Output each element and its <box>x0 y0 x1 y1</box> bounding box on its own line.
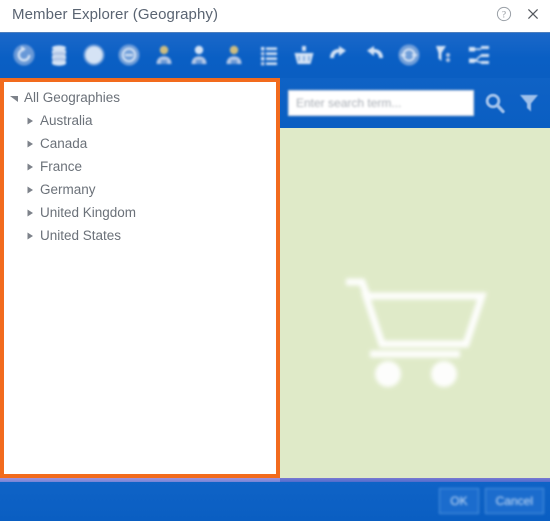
page-title: Member Explorer (Geography) <box>12 6 219 23</box>
undo-icon[interactable] <box>321 36 356 74</box>
member-add-icon[interactable] <box>146 36 181 74</box>
close-icon[interactable] <box>524 5 542 23</box>
chevron-down-icon[interactable] <box>8 92 20 104</box>
basket-icon[interactable] <box>286 36 321 74</box>
title-bar-buttons: ? <box>495 5 542 23</box>
member-remove-icon[interactable] <box>216 36 251 74</box>
help-circle-icon[interactable]: ? <box>495 5 513 23</box>
member-icon[interactable] <box>181 36 216 74</box>
dialog-body: All Geographies Australia Canada France … <box>0 78 550 482</box>
tree-item-label: United Kingdom <box>40 205 137 220</box>
tree-item-label: France <box>40 159 83 174</box>
tree-item-germany[interactable]: Germany <box>4 178 276 201</box>
filter-tag-icon[interactable] <box>426 36 461 74</box>
refresh-icon[interactable] <box>6 36 41 74</box>
member-tree: All Geographies Australia Canada France … <box>4 86 276 247</box>
footer-button-group: OK Cancel <box>439 488 544 514</box>
expand-circle-icon[interactable] <box>391 36 426 74</box>
cancel-circle-icon[interactable] <box>76 36 111 74</box>
tree-item-all-geographies[interactable]: All Geographies <box>4 86 276 109</box>
remove-circle-icon[interactable] <box>111 36 146 74</box>
svg-text:?: ? <box>502 9 506 19</box>
funnel-filter-icon[interactable] <box>514 88 544 118</box>
shopping-cart-icon <box>340 274 490 394</box>
chevron-right-icon[interactable] <box>24 115 36 127</box>
search-icon[interactable] <box>480 88 510 118</box>
redo-icon[interactable] <box>356 36 391 74</box>
member-tree-pane[interactable]: All Geographies Australia Canada France … <box>0 78 280 478</box>
toolbar <box>0 32 550 78</box>
tree-item-label: All Geographies <box>24 90 121 105</box>
dialog-footer: OK Cancel <box>0 482 550 521</box>
tree-item-label: Australia <box>40 113 93 128</box>
tree-item-united-kingdom[interactable]: United Kingdom <box>4 201 276 224</box>
tree-item-france[interactable]: France <box>4 155 276 178</box>
list-properties-icon[interactable] <box>251 36 286 74</box>
ok-button[interactable]: OK <box>439 488 479 514</box>
selection-pane <box>280 78 550 482</box>
hierarchy-icon[interactable] <box>461 36 496 74</box>
tree-item-label: United States <box>40 228 122 243</box>
tree-item-australia[interactable]: Australia <box>4 109 276 132</box>
database-icon[interactable] <box>41 36 76 74</box>
chevron-right-icon[interactable] <box>24 230 36 242</box>
member-explorer-dialog: Member Explorer (Geography) ? All Geogra… <box>0 0 550 521</box>
chevron-right-icon[interactable] <box>24 207 36 219</box>
cancel-button[interactable]: Cancel <box>484 488 544 514</box>
tree-item-label: Canada <box>40 136 88 151</box>
tree-item-united-states[interactable]: United States <box>4 224 276 247</box>
toolbar-icon-strip <box>6 36 496 74</box>
chevron-right-icon[interactable] <box>24 161 36 173</box>
tree-item-canada[interactable]: Canada <box>4 132 276 155</box>
chevron-right-icon[interactable] <box>24 184 36 196</box>
title-bar: Member Explorer (Geography) ? <box>0 0 550 32</box>
search-input[interactable] <box>288 90 474 116</box>
search-bar <box>280 78 550 128</box>
chevron-right-icon[interactable] <box>24 138 36 150</box>
selection-preview-panel <box>280 128 550 478</box>
tree-item-label: Germany <box>40 182 96 197</box>
